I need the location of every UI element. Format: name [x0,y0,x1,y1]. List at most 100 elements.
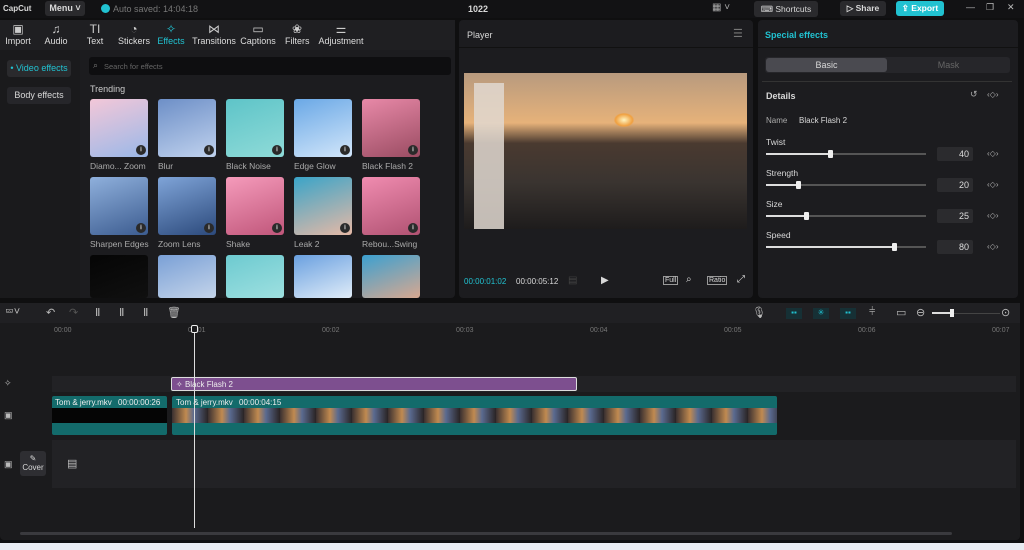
keyframe-icon[interactable]: ‹◇› [987,180,998,189]
download-icon[interactable]: ⭳ [408,145,418,155]
keyframe-icon[interactable]: ‹◇› [987,90,998,99]
effect-thumbnail[interactable] [158,255,216,298]
cover-button[interactable]: ✎Cover [20,451,46,476]
linkage-icon[interactable]: ▪▪ [840,308,856,319]
strength-slider[interactable] [766,184,926,186]
speed-slider[interactable] [766,246,926,248]
slider-knob[interactable] [804,212,809,220]
microphone-icon[interactable]: 🎙︎ [752,306,766,319]
effect-thumbnail[interactable]: ⭳ [362,99,420,157]
details-heading[interactable]: Details [766,91,796,101]
effect-thumbnail[interactable]: ⭳ [226,99,284,157]
tab-filters[interactable]: ❀Filters [285,22,309,46]
download-icon[interactable]: ⭳ [204,145,214,155]
strength-value-input[interactable]: 20 [937,178,973,192]
tab-mask[interactable]: Mask [888,58,1009,72]
zoom-out-icon[interactable]: ⊖ [916,306,925,319]
category-body-effects[interactable]: Body effects [7,87,71,104]
effect-thumbnail[interactable] [362,255,420,298]
video-clip-2[interactable]: Tom & jerry.mkv 00:00:04:15 [172,396,777,435]
tab-effects[interactable]: ✧Effects [157,22,185,46]
tab-captions[interactable]: ▭Captions [240,22,276,46]
slider-knob[interactable] [892,243,897,251]
layout-icon[interactable]: ▦ ˅ [712,2,730,13]
fullscreen-icon[interactable]: ⤢ [737,274,745,285]
playhead[interactable] [194,325,195,528]
download-icon[interactable]: ⭳ [136,223,146,233]
tab-text[interactable]: TIText [85,22,105,46]
tab-audio[interactable]: ♫Audio [43,22,69,46]
reset-icon[interactable]: ↺ [970,89,978,100]
size-value-input[interactable]: 25 [937,209,973,223]
twist-slider[interactable] [766,153,926,155]
tab-transitions[interactable]: ⋈Transitions [192,22,236,46]
delete-icon[interactable]: 🗑︎ [167,306,181,319]
preview-icon[interactable]: ▭ [896,306,906,319]
select-tool-icon[interactable]: ⮹˅ [5,306,20,319]
zoom-slider[interactable] [932,313,1000,314]
video-clip-1[interactable]: Tom & jerry.mkv 00:00:00:26 [52,396,167,435]
download-icon[interactable]: ⭳ [408,223,418,233]
size-slider[interactable] [766,215,926,217]
effect-thumbnail[interactable]: ⭳ [158,177,216,235]
download-icon[interactable]: ⭳ [340,223,350,233]
minimize-icon[interactable]: — [966,2,975,12]
effect-thumbnail[interactable] [294,255,352,298]
close-icon[interactable]: ✕ [1007,2,1015,13]
keyframe-icon[interactable]: ‹◇› [987,149,998,158]
audio-icon: ♫ [43,22,69,36]
tab-import[interactable]: ▣Import [4,22,32,46]
zoom-in-icon[interactable]: ⊙ [1001,306,1010,319]
ratio-button[interactable]: Ratio [707,276,727,285]
keyframe-icon[interactable]: ‹◇› [987,242,998,251]
effect-thumbnail[interactable]: ⭳ [90,99,148,157]
slider-knob[interactable] [828,150,833,158]
download-icon[interactable]: ⭳ [272,223,282,233]
playhead-handle[interactable] [191,325,198,333]
effect-thumbnail[interactable]: ⭳ [226,177,284,235]
export-button[interactable]: ⇪ Export [896,1,944,16]
category-video-effects[interactable]: • Video effects [7,60,71,77]
timecode-grid-icon[interactable]: ▤ [568,275,577,286]
undo-icon[interactable]: ↶ [46,306,55,319]
trim-right-icon[interactable]: Ⅱ [143,306,148,319]
effect-thumbnail[interactable]: ⭳ [294,99,352,157]
download-icon[interactable]: ⭳ [204,223,214,233]
redo-icon[interactable]: ↷ [69,306,78,319]
effect-thumbnail[interactable]: ⭳ [90,177,148,235]
split-icon[interactable]: Ⅱ [95,306,100,319]
download-icon[interactable]: ⭳ [136,145,146,155]
download-icon[interactable]: ⭳ [272,145,282,155]
full-button[interactable]: Full [663,276,678,285]
search-placeholder: Search for effects [104,62,163,71]
speed-value-input[interactable]: 80 [937,240,973,254]
trim-left-icon[interactable]: Ⅱ [119,306,124,319]
transitions-icon: ⋈ [192,22,236,36]
effect-thumbnail[interactable]: ⭳ [158,99,216,157]
auto-snap-icon[interactable]: ✳ [813,308,829,319]
keyframe-icon[interactable]: ‹◇› [987,211,998,220]
download-icon[interactable]: ⭳ [340,145,350,155]
maximize-icon[interactable]: ❐ [986,2,994,13]
player-menu-icon[interactable]: ☰ [733,27,743,40]
effect-thumbnail[interactable]: ⭳ [294,177,352,235]
zoom-fit-icon[interactable]: ⌕ [686,274,692,285]
effect-thumbnail[interactable] [226,255,284,298]
menu-button[interactable]: Menu ˅ [45,1,85,16]
slider-knob[interactable] [796,181,801,189]
tab-stickers[interactable]: ◔Stickers [117,22,151,46]
timeline-scrollbar[interactable] [20,532,952,535]
effect-thumbnail[interactable]: ⭳ [362,177,420,235]
player-title: Player [467,30,493,40]
play-button[interactable]: ▶ [601,275,609,286]
tab-basic[interactable]: Basic [766,58,887,72]
shortcuts-button[interactable]: ⌨ Shortcuts [754,1,818,17]
preview-axis-icon[interactable]: ⫩ [869,306,875,319]
main-track-magnet-icon[interactable]: ▪▪ [786,308,802,319]
twist-value-input[interactable]: 40 [937,147,973,161]
effect-clip[interactable]: ✧ Black Flash 2 [171,377,577,391]
search-input[interactable]: ⌕ Search for effects [89,57,451,75]
effect-thumbnail[interactable] [90,255,148,298]
tab-adjustment[interactable]: ⚌Adjustment [318,22,364,46]
share-button[interactable]: ▷ Share [840,1,886,16]
